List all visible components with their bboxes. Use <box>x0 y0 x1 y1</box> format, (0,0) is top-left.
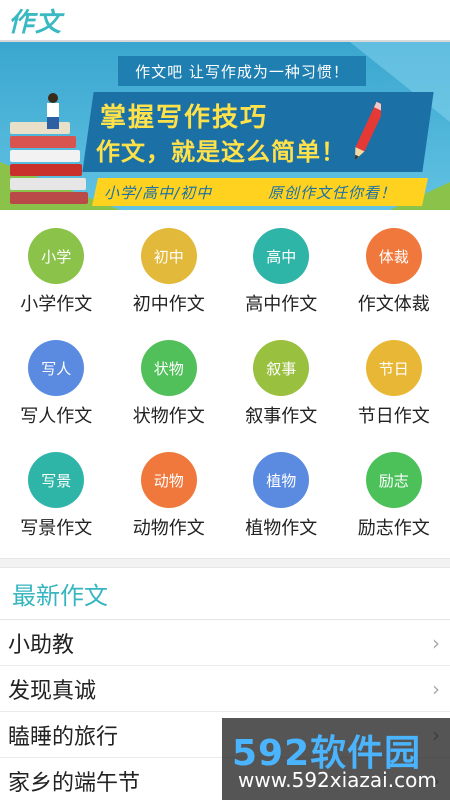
list-item[interactable]: 发现真诚 › <box>0 666 450 712</box>
list-item-title: 发现真诚 <box>8 678 97 704</box>
category-icon: 状物 <box>140 340 197 396</box>
category-label: 动物作文 <box>132 518 205 539</box>
list-item-title: 瞌睡的旅行 <box>8 724 119 750</box>
app-screen: 作文 作文吧 让写作成为一种习惯！ 掌握写作技巧 作文，就是这么简单！ 小学/高… <box>0 0 450 800</box>
category-item[interactable]: 节日 节日作文 <box>338 332 450 444</box>
category-grid: 小学 小学作文 初中 初中作文 高中 高中作文 体裁 作文体裁 写人 写人作文 状物 状物作文 叙事 叙事… <box>0 210 450 558</box>
category-item[interactable]: 叙事 叙事作文 <box>225 332 338 444</box>
chevron-right-icon: › <box>432 676 440 701</box>
promo-banner[interactable]: 作文吧 让写作成为一种习惯！ 掌握写作技巧 作文，就是这么简单！ 小学/高中/初… <box>0 42 450 210</box>
category-label: 节日作文 <box>357 406 430 427</box>
category-item[interactable]: 高中 高中作文 <box>225 220 338 332</box>
category-item[interactable]: 动物 动物作文 <box>113 444 226 556</box>
category-label: 初中作文 <box>132 294 205 315</box>
category-label: 写景作文 <box>20 518 93 539</box>
section-divider <box>0 558 450 568</box>
app-title: 作文 <box>8 7 63 38</box>
category-label: 写人作文 <box>20 406 93 427</box>
pencil-icon <box>355 101 381 161</box>
category-item[interactable]: 植物 植物作文 <box>225 444 338 556</box>
category-icon: 高中 <box>253 228 310 284</box>
reader-illustration <box>47 93 59 129</box>
category-label: 状物作文 <box>132 406 205 427</box>
watermark-logo: 592软件园 www.592xiazai.com <box>222 718 450 800</box>
watermark-url: www.592xiazai.com <box>238 768 437 792</box>
category-item[interactable]: 状物 状物作文 <box>113 332 226 444</box>
category-label: 作文体裁 <box>357 294 430 315</box>
category-icon: 励志 <box>365 452 422 508</box>
category-label: 植物作文 <box>245 518 318 539</box>
list-item-title: 家乡的端午节 <box>8 770 141 796</box>
category-item[interactable]: 写人 写人作文 <box>0 332 113 444</box>
banner-headline-1: 掌握写作技巧 <box>100 103 269 133</box>
banner-slogan: 作文吧 让写作成为一种习惯！ <box>118 56 366 86</box>
category-item[interactable]: 初中 初中作文 <box>113 220 226 332</box>
category-icon: 写人 <box>28 340 85 396</box>
category-icon: 初中 <box>140 228 197 284</box>
category-item[interactable]: 励志 励志作文 <box>338 444 450 556</box>
banner-tag-grades: 小学/高中/初中 <box>104 184 213 202</box>
latest-section-title: 最新作文 <box>0 568 450 620</box>
category-item[interactable]: 写景 写景作文 <box>0 444 113 556</box>
category-label: 小学作文 <box>20 294 93 315</box>
banner-headline-2: 作文，就是这么简单！ <box>96 138 346 166</box>
category-icon: 节日 <box>365 340 422 396</box>
chevron-right-icon: › <box>432 630 440 655</box>
category-item[interactable]: 体裁 作文体裁 <box>338 220 450 332</box>
category-label: 励志作文 <box>357 518 430 539</box>
category-item[interactable]: 小学 小学作文 <box>0 220 113 332</box>
list-item[interactable]: 小助教 › <box>0 620 450 666</box>
list-item-title: 小助教 <box>8 632 75 658</box>
category-icon: 动物 <box>140 452 197 508</box>
category-icon: 体裁 <box>365 228 422 284</box>
app-header: 作文 <box>0 0 450 42</box>
category-icon: 写景 <box>28 452 85 508</box>
category-icon: 叙事 <box>253 340 310 396</box>
category-icon: 小学 <box>28 228 85 284</box>
category-label: 高中作文 <box>245 294 318 315</box>
category-icon: 植物 <box>253 452 310 508</box>
category-label: 叙事作文 <box>245 406 318 427</box>
banner-tag-original: 原创作文任你看！ <box>268 184 397 202</box>
